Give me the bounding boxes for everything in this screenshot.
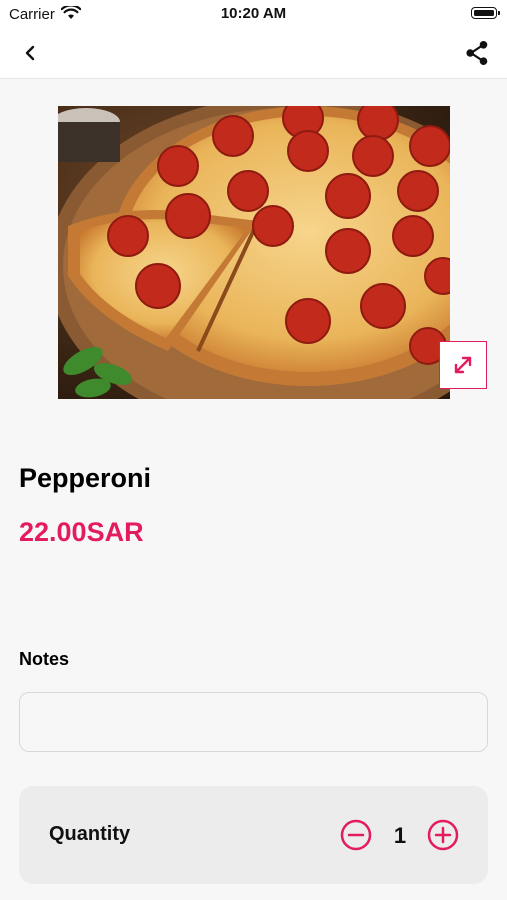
quantity-card: Quantity 1 [19,786,488,884]
quantity-label: Quantity [49,823,131,845]
status-time: 10:20 AM [220,5,287,22]
chevron-left-icon [25,45,35,61]
plus-circle-icon [427,819,459,851]
product-image [58,106,450,399]
expand-icon [454,356,472,374]
decrease-quantity-button[interactable] [340,819,372,851]
product-price: 22.00SAR [19,517,144,547]
expand-image-button[interactable] [439,341,487,389]
share-button[interactable] [461,37,493,69]
notes-input[interactable] [19,692,488,752]
minus-circle-icon [340,819,372,851]
increase-quantity-button[interactable] [427,819,459,851]
status-bar: Carrier 10:20 AM [0,0,507,28]
share-icon [466,41,488,65]
battery-icon [471,7,500,19]
quantity-value: 1 [393,823,407,848]
product-name: Pepperoni [19,463,152,493]
back-button[interactable] [14,38,46,68]
nav-bar [0,28,507,79]
notes-label: Notes [19,649,70,669]
